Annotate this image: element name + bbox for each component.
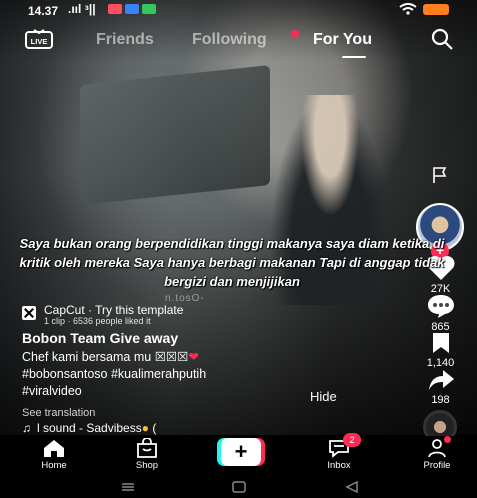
top-nav: LIVE Friends Following For You xyxy=(0,27,477,58)
description-text: Chef kami bersama mu xyxy=(22,350,155,364)
create-button[interactable]: + xyxy=(217,438,265,466)
status-bar: 14.37 .ııl ᵌ|| xyxy=(0,0,477,20)
battery-icon xyxy=(423,3,449,15)
sound-link[interactable]: ♫ l sound - Sadvibess● ( xyxy=(22,421,156,435)
status-time: 14.37 xyxy=(28,4,59,18)
status-right xyxy=(399,3,449,15)
capcut-icon xyxy=(22,306,36,320)
live-icon[interactable]: LIVE xyxy=(25,29,53,49)
share-count: 198 xyxy=(431,394,450,406)
following-new-dot xyxy=(291,30,299,38)
profile-notification-dot xyxy=(444,436,451,443)
notification-icons xyxy=(108,4,156,14)
music-note-icon: ♫ xyxy=(22,421,31,435)
comment-button[interactable]: 865 xyxy=(408,293,473,333)
wifi-icon xyxy=(399,3,417,15)
template-subtitle: 1 clip · 6536 people liked it xyxy=(44,316,151,326)
tab-following[interactable]: Following xyxy=(192,31,267,49)
flag-icon[interactable] xyxy=(430,165,450,185)
bookmark-icon xyxy=(432,333,449,353)
nav-inbox-label: Inbox xyxy=(327,460,351,471)
recent-apps-icon[interactable] xyxy=(120,481,136,493)
nav-profile[interactable]: Profile xyxy=(407,436,467,471)
bottom-nav: Home Shop + 2 Inbox Profile xyxy=(0,433,477,476)
search-icon[interactable] xyxy=(430,27,454,51)
see-translation-link[interactable]: See translation xyxy=(22,407,95,419)
home-icon xyxy=(44,440,64,457)
hashtags-line-2[interactable]: #viralvideo xyxy=(22,384,82,398)
hashtags-line-1[interactable]: #bobonsantoso #kualimerahputih xyxy=(22,367,206,381)
capcut-template-link[interactable]: CapCut · Try this template 1 clip · 6536… xyxy=(22,303,352,326)
share-arrow-icon xyxy=(428,370,454,390)
back-icon[interactable] xyxy=(344,481,360,493)
video-scene-truck xyxy=(80,65,270,205)
nav-profile-label: Profile xyxy=(423,460,451,471)
mail-app-icon xyxy=(108,4,122,14)
comment-icon xyxy=(427,295,454,318)
hide-description-button[interactable]: Hide xyxy=(310,389,337,404)
save-button[interactable]: 1,140 xyxy=(408,331,473,369)
tiktok-screen: n.tosO- 14.37 .ııl ᵌ|| LIVE Friends Foll… xyxy=(0,0,477,498)
nav-shop-label: Shop xyxy=(135,460,159,471)
nav-shop[interactable]: Shop xyxy=(117,438,177,471)
tab-friends[interactable]: Friends xyxy=(96,31,154,49)
green-app-icon xyxy=(142,4,156,14)
creator-username[interactable]: Bobon Team Give away xyxy=(22,330,178,346)
shop-bag-icon xyxy=(137,438,157,458)
tab-for-you[interactable]: For You xyxy=(313,31,372,49)
blue-app-icon xyxy=(125,4,139,14)
signal-icon: .ııl ᵌ|| xyxy=(68,2,96,16)
share-button[interactable]: 198 xyxy=(408,368,473,406)
home-system-icon[interactable] xyxy=(231,481,247,493)
nav-home-label: Home xyxy=(41,460,67,471)
nav-home[interactable]: Home xyxy=(24,438,84,471)
template-title: CapCut · Try this template xyxy=(44,303,184,317)
description-symbols: ☒☒☒ xyxy=(154,350,189,364)
active-tab-indicator xyxy=(342,56,366,58)
emoji-icon: ● xyxy=(141,421,149,435)
video-text-overlay: Saya bukan orang berpendidikan tinggi ma… xyxy=(19,236,445,289)
heart-emoji-icon: ❤ xyxy=(188,350,199,364)
live-label: LIVE xyxy=(31,37,48,46)
sound-suffix: ( xyxy=(148,421,157,435)
plus-icon: + xyxy=(221,438,261,466)
sound-title: l sound - Sadvibess xyxy=(37,421,142,435)
inbox-badge: 2 xyxy=(343,433,361,447)
system-nav-bar xyxy=(0,476,477,498)
nav-inbox[interactable]: 2 Inbox xyxy=(309,433,369,471)
